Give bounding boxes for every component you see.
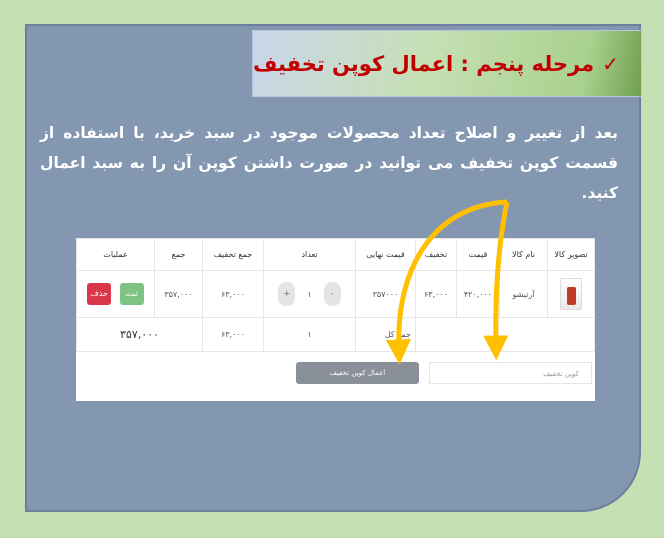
arrow-annotations: [385, 199, 510, 365]
arrow-to-apply-button: [385, 199, 508, 365]
arrow-to-coupon-input: [483, 201, 510, 361]
